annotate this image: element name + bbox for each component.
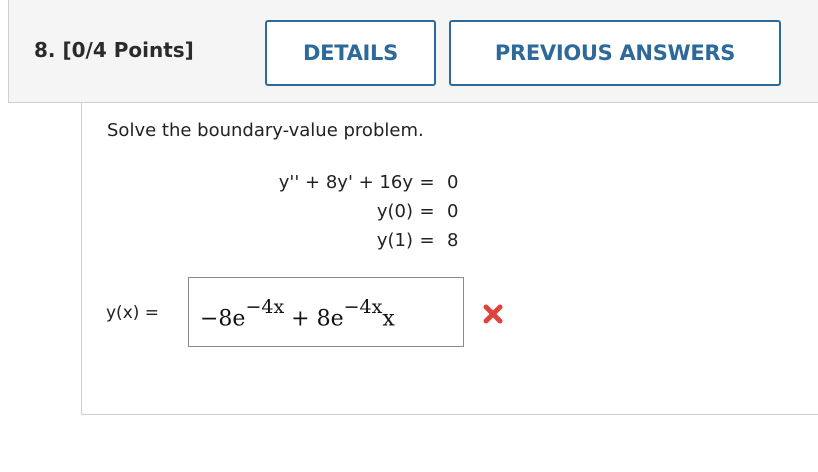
equation-1-equals: =	[419, 172, 435, 193]
equation-2-rhs: 0	[447, 201, 459, 222]
answer-term2-exp: −4x	[343, 296, 383, 318]
question-content	[81, 103, 818, 415]
previous-answers-button[interactable]: PREVIOUS ANSWERS	[449, 20, 781, 86]
answer-term2-tail: x	[382, 306, 395, 332]
details-button[interactable]: DETAILS	[265, 20, 436, 86]
answer-term2-coef: 8e	[316, 306, 344, 332]
answer-plus: +	[284, 306, 317, 332]
answer-term1-coef: −8e	[200, 306, 246, 332]
equation-2-equals: =	[419, 201, 435, 222]
answer-label: y(x) =	[106, 303, 160, 323]
red-x-icon	[483, 304, 503, 324]
equation-2-lhs: y(0)	[376, 201, 413, 222]
equation-1-rhs: 0	[447, 172, 459, 193]
answer-expression: −8e−4x + 8e−4xx	[200, 296, 395, 332]
problem-prompt: Solve the boundary-value problem.	[107, 120, 424, 141]
equation-3-lhs: y(1)	[376, 230, 413, 251]
answer-term1-exp: −4x	[245, 296, 285, 318]
question-title: 8. [0/4 Points]	[34, 38, 194, 62]
equation-1-lhs: y'' + 8y' + 16y	[278, 172, 413, 193]
equation-3-equals: =	[419, 230, 435, 251]
equation-3-rhs: 8	[447, 230, 459, 251]
